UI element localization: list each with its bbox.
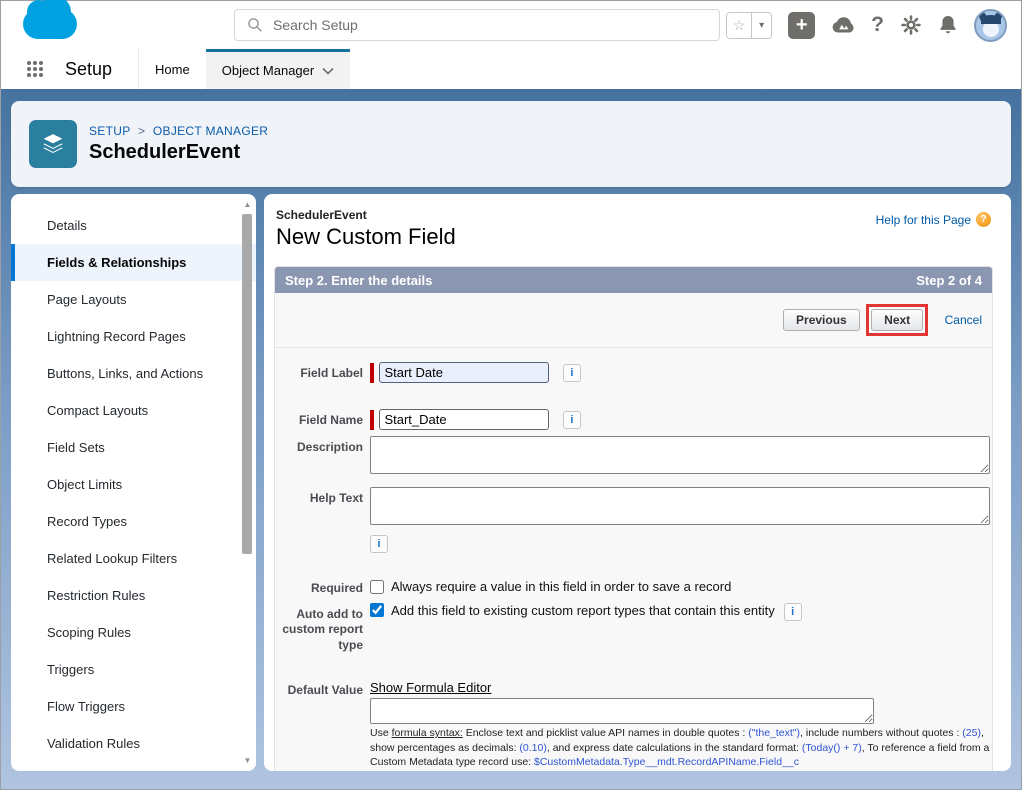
required-indicator: [370, 410, 374, 430]
sidebar-item-buttons-links-actions[interactable]: Buttons, Links, and Actions: [11, 355, 256, 392]
scroll-down-icon[interactable]: ▼: [241, 754, 254, 767]
help-text-textarea[interactable]: [370, 487, 990, 525]
step-progress: Step 2 of 4: [916, 273, 982, 288]
user-avatar[interactable]: [974, 9, 1007, 42]
sidebar-item-lightning-record-pages[interactable]: Lightning Record Pages: [11, 318, 256, 355]
sidebar-item-details[interactable]: Details: [11, 207, 256, 244]
search-icon: [247, 17, 263, 33]
default-value-textarea[interactable]: [370, 698, 874, 724]
header-action-icons: ☆ ▾ + ?: [726, 8, 1007, 42]
tab-object-manager[interactable]: Object Manager: [206, 49, 351, 89]
help-for-this-page-link[interactable]: Help for this Page ?: [876, 212, 991, 227]
app-name-label: Setup: [65, 59, 112, 80]
object-manager-sidebar: Details Fields & Relationships Page Layo…: [11, 194, 256, 771]
content-row: Details Fields & Relationships Page Layo…: [11, 194, 1011, 771]
breadcrumb-separator: >: [138, 124, 145, 138]
breadcrumb-setup-link[interactable]: SETUP: [89, 124, 130, 138]
description-label: Description: [275, 436, 363, 479]
wizard-step-section: Step 2. Enter the details Step 2 of 4 Pr…: [274, 266, 993, 771]
step-header: Step 2. Enter the details Step 2 of 4: [275, 267, 992, 293]
info-icon[interactable]: i: [563, 411, 581, 429]
cancel-link-top[interactable]: Cancel: [945, 313, 982, 327]
object-header-card: SETUP > OBJECT MANAGER SchedulerEvent: [11, 101, 1011, 187]
sidebar-item-triggers[interactable]: Triggers: [11, 651, 256, 688]
global-header: ☆ ▾ + ?: [1, 1, 1021, 49]
tab-object-manager-label: Object Manager: [222, 63, 315, 78]
next-button-top[interactable]: Next: [871, 309, 923, 331]
sidebar-item-record-types[interactable]: Record Types: [11, 503, 256, 540]
salesforce-logo-icon: [23, 9, 77, 39]
description-textarea[interactable]: [370, 436, 990, 474]
app-launcher-icon[interactable]: [27, 61, 43, 77]
auto-add-label: Auto add to custom report type: [275, 603, 363, 654]
auto-add-checkbox[interactable]: [370, 603, 384, 617]
sidebar-item-page-layouts[interactable]: Page Layouts: [11, 281, 256, 318]
search-input[interactable]: [273, 17, 673, 33]
object-layers-icon: [29, 120, 77, 168]
scrollbar-thumb[interactable]: [242, 214, 252, 554]
trailhead-icon[interactable]: [831, 14, 855, 36]
favorites-control: ☆ ▾: [726, 12, 772, 39]
field-details-form: Field Label i Field Name i: [275, 348, 992, 771]
breadcrumb-object-manager-link[interactable]: OBJECT MANAGER: [153, 124, 268, 138]
object-title: SchedulerEvent: [89, 141, 268, 164]
field-label-label: Field Label: [275, 362, 363, 383]
top-action-row: Previous Next Cancel: [275, 293, 992, 348]
auto-add-checkbox-label: Add this field to existing custom report…: [391, 603, 775, 618]
page-title: New Custom Field: [276, 224, 995, 250]
setup-background: SETUP > OBJECT MANAGER SchedulerEvent De…: [1, 89, 1021, 789]
sidebar-item-object-limits[interactable]: Object Limits: [11, 466, 256, 503]
sidebar-item-field-sets[interactable]: Field Sets: [11, 429, 256, 466]
formula-syntax-help: Use formula syntax: Enclose text and pic…: [370, 726, 994, 769]
info-icon[interactable]: i: [784, 603, 802, 621]
help-badge-icon: ?: [976, 212, 991, 227]
sidebar-item-fields-relationships[interactable]: Fields & Relationships: [11, 244, 256, 281]
sidebar-item-compact-layouts[interactable]: Compact Layouts: [11, 392, 256, 429]
show-formula-editor-link[interactable]: Show Formula Editor: [370, 680, 491, 695]
required-label: Required: [275, 577, 363, 597]
tab-home[interactable]: Home: [138, 49, 206, 89]
sidebar-item-validation-rules[interactable]: Validation Rules: [11, 725, 256, 762]
sidebar-item-related-lookup-filters[interactable]: Related Lookup Filters: [11, 540, 256, 577]
search-setup-box[interactable]: [234, 9, 720, 41]
required-checkbox-label: Always require a value in this field in …: [391, 579, 731, 594]
setup-nav-bar: Setup Home Object Manager: [1, 49, 1021, 89]
breadcrumb: SETUP > OBJECT MANAGER SchedulerEvent: [89, 124, 268, 164]
sidebar-scrollbar[interactable]: ▲ ▼: [241, 198, 254, 767]
default-value-label: Default Value: [275, 679, 363, 769]
info-icon[interactable]: i: [370, 535, 388, 553]
quick-create-plus-icon[interactable]: +: [788, 12, 815, 39]
annotation-highlight-box: Next: [866, 304, 928, 336]
help-icon[interactable]: ?: [871, 13, 884, 37]
gear-icon[interactable]: [900, 14, 922, 36]
field-label-input[interactable]: [379, 362, 549, 383]
previous-button-top[interactable]: Previous: [783, 309, 860, 331]
step-title: Step 2. Enter the details: [285, 273, 432, 288]
sidebar-item-scoping-rules[interactable]: Scoping Rules: [11, 614, 256, 651]
required-checkbox[interactable]: [370, 580, 384, 594]
favorites-caret-down-icon[interactable]: ▾: [751, 13, 771, 38]
sidebar-item-flow-triggers[interactable]: Flow Triggers: [11, 688, 256, 725]
chevron-down-icon: [322, 67, 334, 75]
bell-icon[interactable]: [938, 14, 958, 36]
sidebar-item-restriction-rules[interactable]: Restriction Rules: [11, 577, 256, 614]
favorites-star-icon[interactable]: ☆: [727, 13, 751, 38]
new-custom-field-panel: SchedulerEvent New Custom Field Help for…: [264, 194, 1011, 771]
help-text-label: Help Text: [275, 487, 363, 553]
scroll-up-icon[interactable]: ▲: [241, 198, 254, 211]
field-name-input[interactable]: [379, 409, 549, 430]
field-name-label: Field Name: [275, 409, 363, 430]
info-icon[interactable]: i: [563, 364, 581, 382]
salesforce-setup-screen: { "colors": { "brand_cloud_blue": "#00a1…: [0, 0, 1022, 790]
required-indicator: [370, 363, 374, 383]
